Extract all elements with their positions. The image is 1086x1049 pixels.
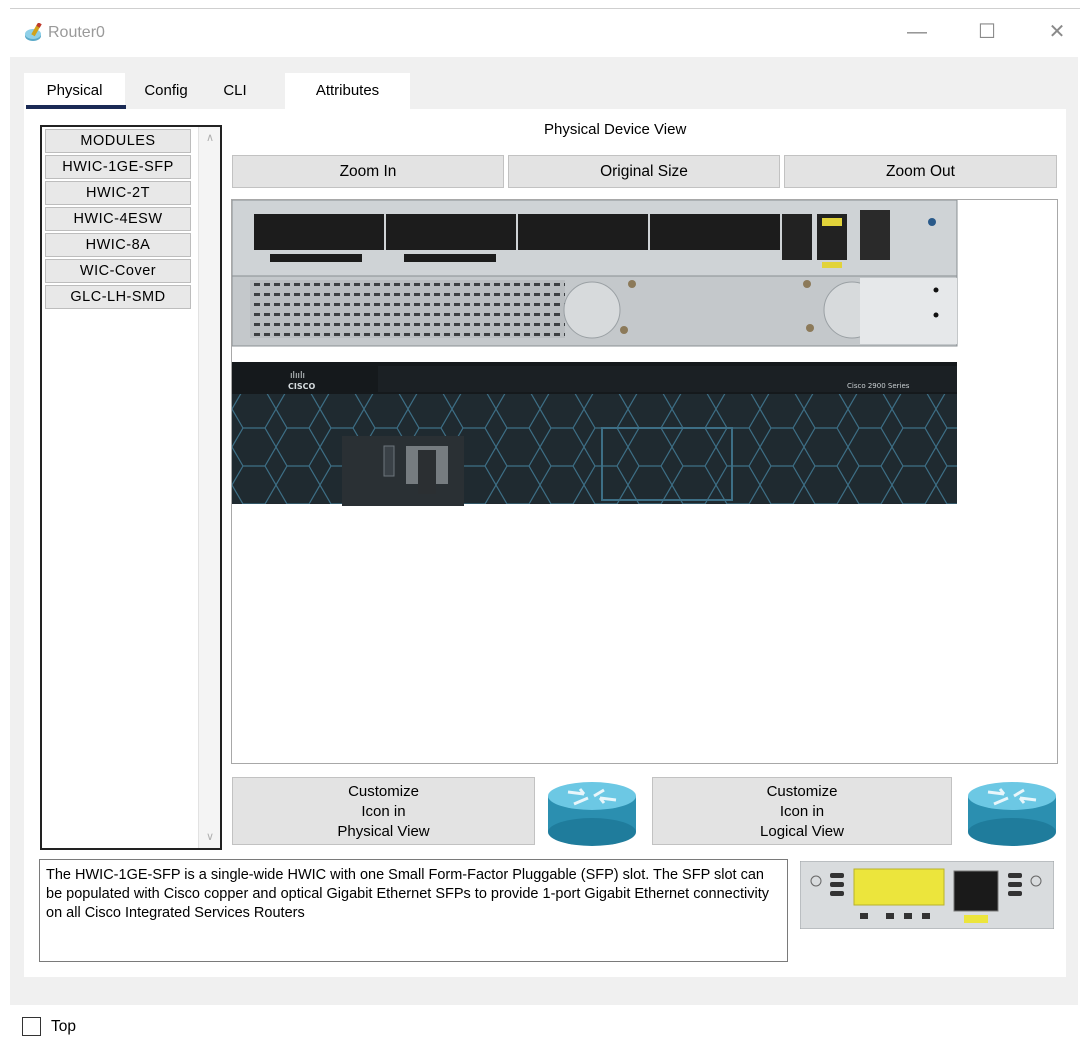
physical-panel: MODULES HWIC-1GE-SFP HWIC-2T HWIC-4ESW H… (24, 109, 1066, 977)
tab-physical[interactable]: Physical (24, 73, 126, 109)
module-item-hwic-1ge-sfp[interactable]: HWIC-1GE-SFP (45, 155, 191, 179)
module-list-scrollbar[interactable]: ∧ ∨ (198, 127, 220, 848)
chevron-down-icon[interactable]: ∨ (199, 826, 221, 848)
hwic-1ge-sfp-module-image (800, 861, 1054, 929)
module-item-glc-lh-smd[interactable]: GLC-LH-SMD (45, 285, 191, 309)
tab-label: Physical (46, 82, 103, 99)
router-pen-icon (25, 23, 42, 41)
minimize-button[interactable]: — (902, 19, 932, 47)
tab-label: CLI (223, 82, 247, 99)
customize-physical-icon-button[interactable]: Customize Icon in Physical View (232, 777, 535, 845)
tab-attributes[interactable]: Attributes (285, 73, 410, 109)
module-item-hwic-4esw[interactable]: HWIC-4ESW (45, 207, 191, 231)
top-checkbox[interactable] (22, 1017, 41, 1036)
chevron-up-icon[interactable]: ∧ (199, 127, 221, 149)
title-bar[interactable]: Router0 — ☐ ✕ (10, 9, 1080, 57)
module-item-hwic-2t[interactable]: HWIC-2T (45, 181, 191, 205)
module-description: The HWIC-1GE-SFP is a single-wide HWIC w… (39, 859, 788, 962)
router-chassis-image[interactable]: ılıılı CISCO Cisco 2900 Series (231, 199, 1059, 765)
physical-device-view-label: Physical Device View (544, 121, 687, 138)
customize-logical-icon-button[interactable]: Customize Icon in Logical View (652, 777, 952, 845)
module-header[interactable]: MODULES (45, 129, 191, 153)
zoom-in-button[interactable]: Zoom In (232, 155, 504, 188)
customize-logical-label: Customize Icon in Logical View (760, 783, 844, 840)
module-item-hwic-8a[interactable]: HWIC-8A (45, 233, 191, 257)
tab-label: Attributes (315, 82, 380, 99)
customize-physical-label: Customize Icon in Physical View (337, 783, 430, 840)
maximize-button[interactable]: ☐ (972, 19, 1002, 47)
cisco-brand-text: CISCO (288, 382, 315, 391)
tab-config[interactable]: Config (127, 73, 205, 109)
zoom-out-button[interactable]: Zoom Out (784, 155, 1057, 188)
router-icon[interactable] (964, 774, 1060, 850)
close-button[interactable]: ✕ (1042, 19, 1072, 47)
top-checkbox-label: Top (51, 1018, 76, 1035)
module-list[interactable]: MODULES HWIC-1GE-SFP HWIC-2T HWIC-4ESW H… (40, 125, 222, 850)
original-size-button[interactable]: Original Size (508, 155, 780, 188)
module-item-wic-cover[interactable]: WIC-Cover (45, 259, 191, 283)
window-client-area: Physical Config CLI Attributes MODULES H… (10, 57, 1078, 1005)
tab-label: Config (144, 82, 188, 99)
window-title: Router0 (48, 24, 105, 41)
router-icon[interactable] (544, 774, 640, 850)
chassis-series-label: Cisco 2900 Series (847, 382, 910, 390)
device-view-canvas[interactable]: ılıılı CISCO Cisco 2900 Series (231, 199, 1058, 764)
tab-cli[interactable]: CLI (209, 73, 261, 109)
cisco-logo: ılıılı (290, 371, 305, 381)
